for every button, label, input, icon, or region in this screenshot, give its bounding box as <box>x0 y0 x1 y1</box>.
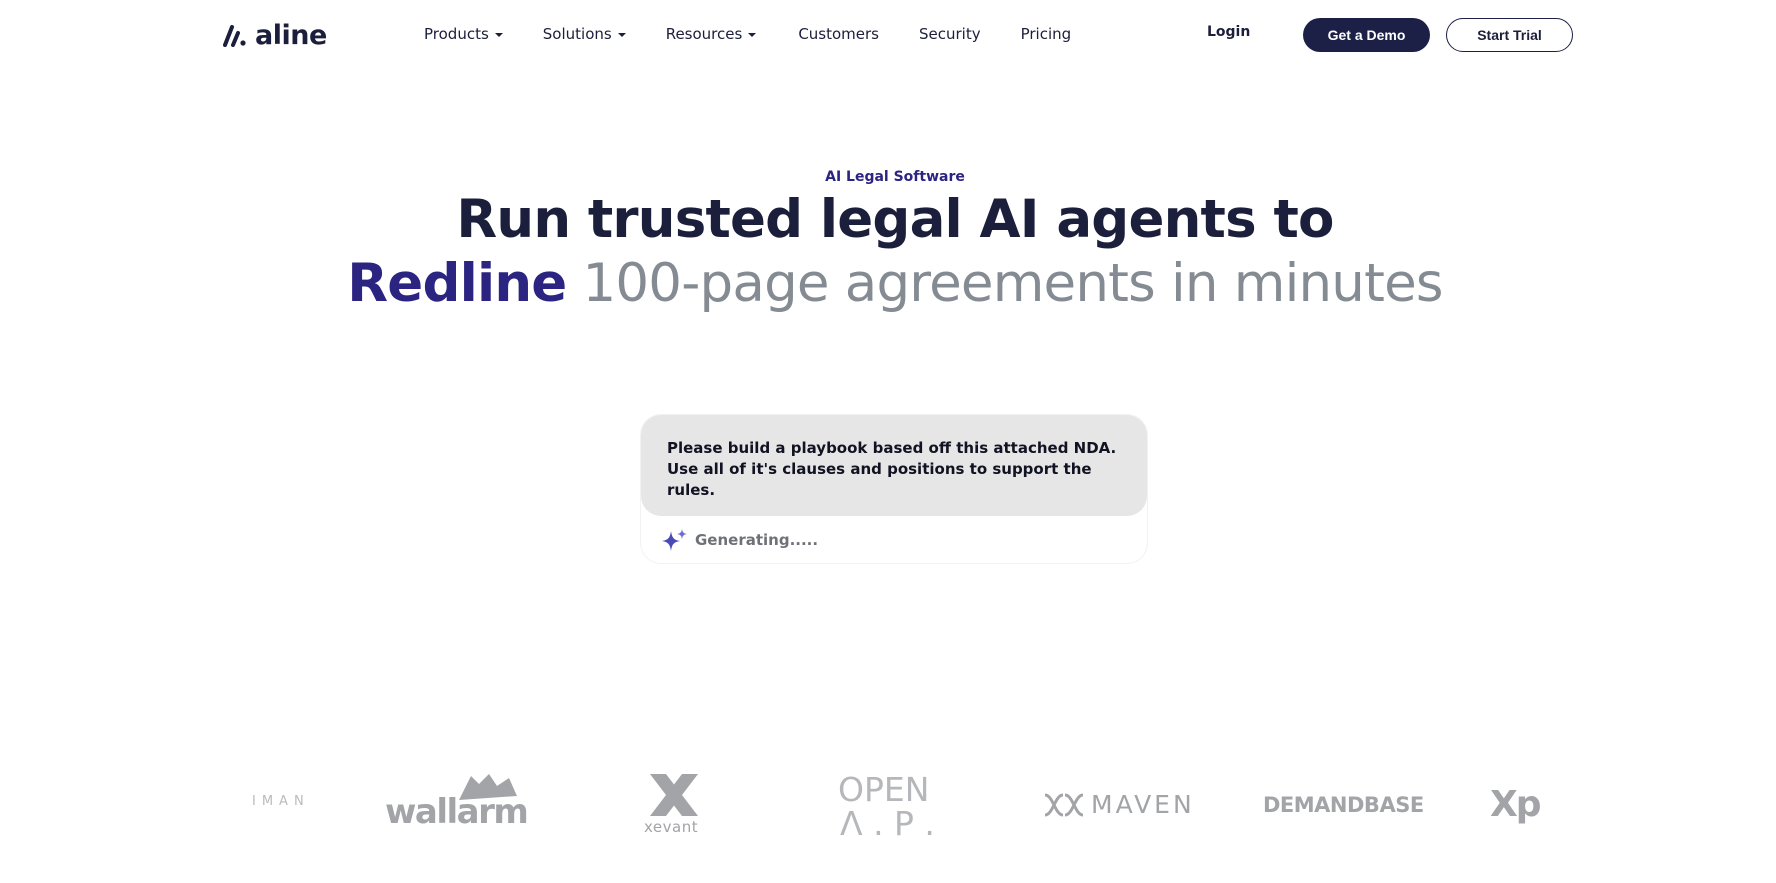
user-prompt-bubble: Please build a playbook based off this a… <box>641 415 1147 516</box>
logo-ap-text: Λ . P . <box>840 804 935 843</box>
hero-accent-word: Redline <box>347 253 567 314</box>
hero-subheadline: Redline 100-page agreements in minutes <box>0 252 1776 316</box>
chat-demo-card: Please build a playbook based off this a… <box>641 415 1147 563</box>
top-navigation: aline Products Solutions Resources Custo… <box>0 0 1776 70</box>
logo-wallarm: wallarm <box>385 774 529 834</box>
menu-customers-label: Customers <box>798 25 879 43</box>
menu-resources[interactable]: Resources <box>666 25 757 43</box>
hero-subheadline-rest: 100-page agreements in minutes <box>582 253 1443 314</box>
sparkle-icon <box>662 529 687 551</box>
get-demo-button[interactable]: Get a Demo <box>1303 18 1430 52</box>
chevron-down-icon <box>494 33 503 37</box>
chevron-down-icon <box>748 33 757 37</box>
logo-xevant-text: xevant <box>644 818 699 836</box>
logo-xp: Xp <box>1490 784 1542 825</box>
menu-resources-label: Resources <box>665 25 743 43</box>
start-trial-button[interactable]: Start Trial <box>1446 18 1573 52</box>
menu-products-label: Products <box>424 25 489 43</box>
generating-status-text: Generating..... <box>695 531 819 549</box>
menu-solutions-label: Solutions <box>542 25 612 43</box>
logo-wallarm-text: wallarm <box>385 792 529 832</box>
menu-pricing-label: Pricing <box>1020 25 1072 43</box>
logo-iman: IMAN <box>252 794 310 809</box>
customer-logo-strip: IMAN wallarm xevant OPEN Λ . P . MAVEN D… <box>0 770 1776 843</box>
brand-name: aline <box>255 19 327 51</box>
hero-headline: Run trusted legal AI agents to <box>456 189 1334 250</box>
logo-open-ap: OPEN Λ . P . <box>838 770 948 843</box>
main-menu: Products Solutions Resources Customers S… <box>424 22 1071 46</box>
menu-solutions[interactable]: Solutions <box>543 25 626 43</box>
generating-status: Generating..... <box>661 528 818 552</box>
menu-customers[interactable]: Customers <box>798 25 879 43</box>
aline-mark-icon <box>223 25 246 47</box>
menu-pricing[interactable]: Pricing <box>1021 25 1072 43</box>
maven-mark-icon <box>1044 793 1084 817</box>
xevant-mark-icon <box>650 774 698 816</box>
logo-maven-text: MAVEN <box>1091 790 1195 819</box>
logo-demandbase: DEMANDBASE <box>1263 793 1424 817</box>
chevron-down-icon <box>617 33 626 37</box>
login-link[interactable]: Login <box>1207 24 1250 40</box>
logo-xevant: xevant <box>640 772 710 838</box>
menu-security[interactable]: Security <box>919 25 981 43</box>
brand-logo[interactable]: aline <box>223 19 327 51</box>
menu-security-label: Security <box>919 25 981 43</box>
menu-products[interactable]: Products <box>424 25 503 43</box>
logo-maven: MAVEN <box>1043 790 1218 820</box>
hero-eyebrow: AI Legal Software <box>825 169 965 185</box>
